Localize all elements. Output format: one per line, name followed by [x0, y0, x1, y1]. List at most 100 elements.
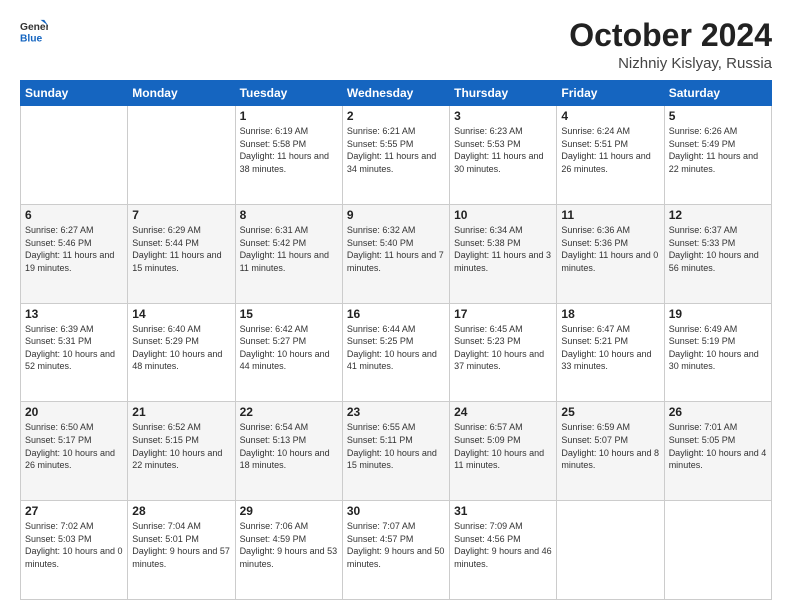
- day-number: 9: [347, 208, 445, 222]
- day-info: Sunrise: 6:27 AMSunset: 5:46 PMDaylight:…: [25, 224, 123, 274]
- day-info: Sunrise: 6:47 AMSunset: 5:21 PMDaylight:…: [561, 323, 659, 373]
- table-row: [21, 106, 128, 205]
- day-info: Sunrise: 6:23 AMSunset: 5:53 PMDaylight:…: [454, 125, 552, 175]
- day-number: 23: [347, 405, 445, 419]
- day-number: 21: [132, 405, 230, 419]
- day-info: Sunrise: 6:19 AMSunset: 5:58 PMDaylight:…: [240, 125, 338, 175]
- table-row: 27 Sunrise: 7:02 AMSunset: 5:03 PMDaylig…: [21, 501, 128, 600]
- day-info: Sunrise: 7:09 AMSunset: 4:56 PMDaylight:…: [454, 520, 552, 570]
- page: General Blue October 2024 Nizhniy Kislya…: [0, 0, 792, 612]
- table-row: 19 Sunrise: 6:49 AMSunset: 5:19 PMDaylig…: [664, 303, 771, 402]
- logo: General Blue: [20, 18, 48, 46]
- day-number: 12: [669, 208, 767, 222]
- day-number: 24: [454, 405, 552, 419]
- day-number: 20: [25, 405, 123, 419]
- day-number: 4: [561, 109, 659, 123]
- svg-text:General: General: [20, 22, 48, 33]
- table-row: 4 Sunrise: 6:24 AMSunset: 5:51 PMDayligh…: [557, 106, 664, 205]
- day-number: 14: [132, 307, 230, 321]
- day-number: 8: [240, 208, 338, 222]
- day-number: 17: [454, 307, 552, 321]
- day-number: 22: [240, 405, 338, 419]
- col-monday: Monday: [128, 81, 235, 106]
- week-row-2: 6 Sunrise: 6:27 AMSunset: 5:46 PMDayligh…: [21, 204, 772, 303]
- day-info: Sunrise: 6:49 AMSunset: 5:19 PMDaylight:…: [669, 323, 767, 373]
- col-thursday: Thursday: [450, 81, 557, 106]
- day-number: 30: [347, 504, 445, 518]
- day-number: 31: [454, 504, 552, 518]
- week-row-1: 1 Sunrise: 6:19 AMSunset: 5:58 PMDayligh…: [21, 106, 772, 205]
- table-row: 8 Sunrise: 6:31 AMSunset: 5:42 PMDayligh…: [235, 204, 342, 303]
- day-info: Sunrise: 6:31 AMSunset: 5:42 PMDaylight:…: [240, 224, 338, 274]
- day-info: Sunrise: 6:50 AMSunset: 5:17 PMDaylight:…: [25, 421, 123, 471]
- table-row: 16 Sunrise: 6:44 AMSunset: 5:25 PMDaylig…: [342, 303, 449, 402]
- day-number: 25: [561, 405, 659, 419]
- table-row: 10 Sunrise: 6:34 AMSunset: 5:38 PMDaylig…: [450, 204, 557, 303]
- day-info: Sunrise: 6:24 AMSunset: 5:51 PMDaylight:…: [561, 125, 659, 175]
- day-info: Sunrise: 6:40 AMSunset: 5:29 PMDaylight:…: [132, 323, 230, 373]
- table-row: 20 Sunrise: 6:50 AMSunset: 5:17 PMDaylig…: [21, 402, 128, 501]
- table-row: 24 Sunrise: 6:57 AMSunset: 5:09 PMDaylig…: [450, 402, 557, 501]
- day-number: 11: [561, 208, 659, 222]
- table-row: 6 Sunrise: 6:27 AMSunset: 5:46 PMDayligh…: [21, 204, 128, 303]
- table-row: 15 Sunrise: 6:42 AMSunset: 5:27 PMDaylig…: [235, 303, 342, 402]
- day-number: 27: [25, 504, 123, 518]
- table-row: [557, 501, 664, 600]
- col-wednesday: Wednesday: [342, 81, 449, 106]
- table-row: 29 Sunrise: 7:06 AMSunset: 4:59 PMDaylig…: [235, 501, 342, 600]
- day-number: 26: [669, 405, 767, 419]
- day-info: Sunrise: 6:21 AMSunset: 5:55 PMDaylight:…: [347, 125, 445, 175]
- table-row: 12 Sunrise: 6:37 AMSunset: 5:33 PMDaylig…: [664, 204, 771, 303]
- day-info: Sunrise: 6:42 AMSunset: 5:27 PMDaylight:…: [240, 323, 338, 373]
- table-row: 1 Sunrise: 6:19 AMSunset: 5:58 PMDayligh…: [235, 106, 342, 205]
- table-row: 28 Sunrise: 7:04 AMSunset: 5:01 PMDaylig…: [128, 501, 235, 600]
- day-info: Sunrise: 6:59 AMSunset: 5:07 PMDaylight:…: [561, 421, 659, 471]
- day-number: 5: [669, 109, 767, 123]
- table-row: 5 Sunrise: 6:26 AMSunset: 5:49 PMDayligh…: [664, 106, 771, 205]
- day-info: Sunrise: 6:34 AMSunset: 5:38 PMDaylight:…: [454, 224, 552, 274]
- col-tuesday: Tuesday: [235, 81, 342, 106]
- svg-text:Blue: Blue: [20, 33, 43, 44]
- day-info: Sunrise: 7:04 AMSunset: 5:01 PMDaylight:…: [132, 520, 230, 570]
- table-row: 18 Sunrise: 6:47 AMSunset: 5:21 PMDaylig…: [557, 303, 664, 402]
- day-info: Sunrise: 7:07 AMSunset: 4:57 PMDaylight:…: [347, 520, 445, 570]
- day-number: 29: [240, 504, 338, 518]
- table-row: [128, 106, 235, 205]
- day-number: 15: [240, 307, 338, 321]
- logo-icon: General Blue: [20, 18, 48, 46]
- month-title: October 2024: [569, 18, 772, 53]
- location-title: Nizhniy Kislyay, Russia: [569, 55, 772, 72]
- day-number: 18: [561, 307, 659, 321]
- table-row: 23 Sunrise: 6:55 AMSunset: 5:11 PMDaylig…: [342, 402, 449, 501]
- table-row: 22 Sunrise: 6:54 AMSunset: 5:13 PMDaylig…: [235, 402, 342, 501]
- day-info: Sunrise: 6:36 AMSunset: 5:36 PMDaylight:…: [561, 224, 659, 274]
- day-number: 6: [25, 208, 123, 222]
- day-info: Sunrise: 6:44 AMSunset: 5:25 PMDaylight:…: [347, 323, 445, 373]
- day-info: Sunrise: 6:39 AMSunset: 5:31 PMDaylight:…: [25, 323, 123, 373]
- day-number: 7: [132, 208, 230, 222]
- table-row: 7 Sunrise: 6:29 AMSunset: 5:44 PMDayligh…: [128, 204, 235, 303]
- table-row: 25 Sunrise: 6:59 AMSunset: 5:07 PMDaylig…: [557, 402, 664, 501]
- table-row: 30 Sunrise: 7:07 AMSunset: 4:57 PMDaylig…: [342, 501, 449, 600]
- day-info: Sunrise: 6:54 AMSunset: 5:13 PMDaylight:…: [240, 421, 338, 471]
- table-row: 11 Sunrise: 6:36 AMSunset: 5:36 PMDaylig…: [557, 204, 664, 303]
- table-row: 13 Sunrise: 6:39 AMSunset: 5:31 PMDaylig…: [21, 303, 128, 402]
- day-number: 28: [132, 504, 230, 518]
- day-info: Sunrise: 7:01 AMSunset: 5:05 PMDaylight:…: [669, 421, 767, 471]
- day-info: Sunrise: 6:29 AMSunset: 5:44 PMDaylight:…: [132, 224, 230, 274]
- day-number: 10: [454, 208, 552, 222]
- week-row-5: 27 Sunrise: 7:02 AMSunset: 5:03 PMDaylig…: [21, 501, 772, 600]
- day-info: Sunrise: 6:52 AMSunset: 5:15 PMDaylight:…: [132, 421, 230, 471]
- day-info: Sunrise: 6:57 AMSunset: 5:09 PMDaylight:…: [454, 421, 552, 471]
- col-saturday: Saturday: [664, 81, 771, 106]
- calendar-table: Sunday Monday Tuesday Wednesday Thursday…: [20, 80, 772, 600]
- week-row-4: 20 Sunrise: 6:50 AMSunset: 5:17 PMDaylig…: [21, 402, 772, 501]
- day-number: 3: [454, 109, 552, 123]
- day-number: 1: [240, 109, 338, 123]
- table-row: 14 Sunrise: 6:40 AMSunset: 5:29 PMDaylig…: [128, 303, 235, 402]
- table-row: 17 Sunrise: 6:45 AMSunset: 5:23 PMDaylig…: [450, 303, 557, 402]
- title-block: October 2024 Nizhniy Kislyay, Russia: [569, 18, 772, 72]
- col-sunday: Sunday: [21, 81, 128, 106]
- table-row: 2 Sunrise: 6:21 AMSunset: 5:55 PMDayligh…: [342, 106, 449, 205]
- table-row: 21 Sunrise: 6:52 AMSunset: 5:15 PMDaylig…: [128, 402, 235, 501]
